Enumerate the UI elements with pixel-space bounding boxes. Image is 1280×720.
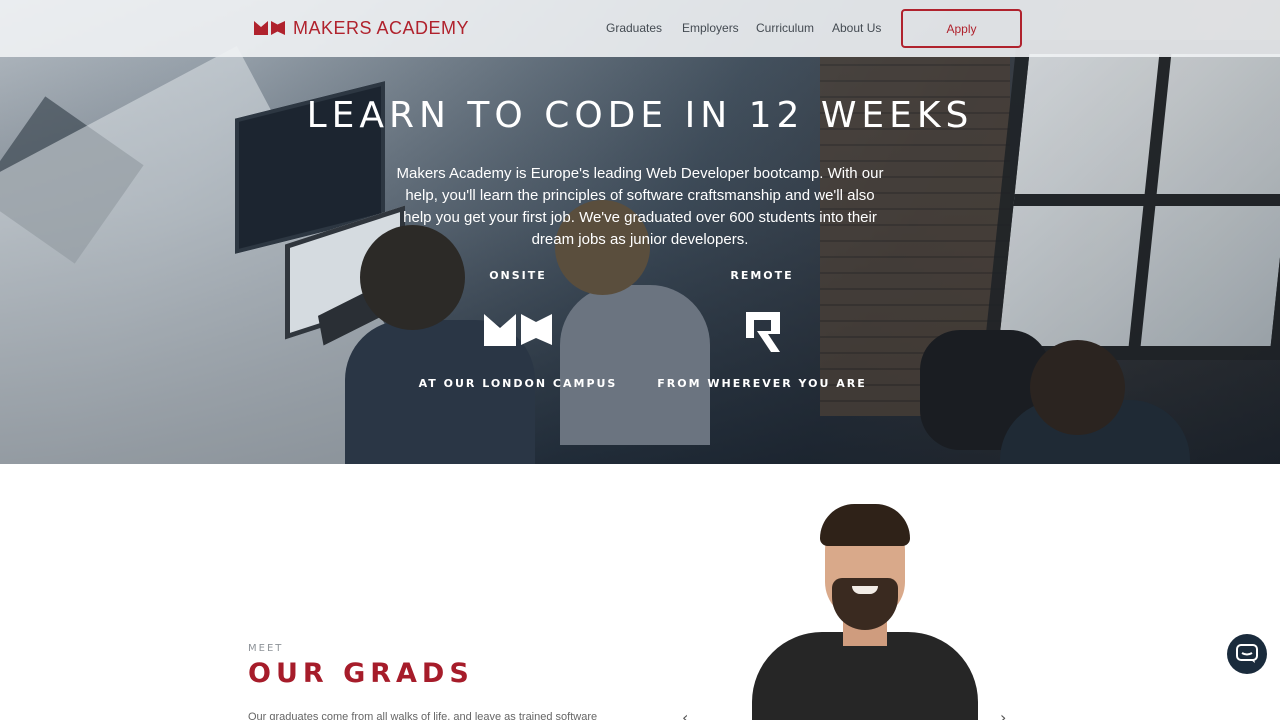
top-navbar: MAKERS ACADEMY Graduates Employers Curri… bbox=[0, 0, 1280, 57]
grads-intro-text: Our graduates come from all walks of lif… bbox=[248, 711, 598, 720]
hero-title: LEARN TO CODE IN 12 WEEKS bbox=[306, 95, 974, 136]
graduate-photo bbox=[740, 500, 990, 720]
hero-description: Makers Academy is Europe's leading Web D… bbox=[396, 165, 884, 248]
makers-logo-icon[interactable] bbox=[484, 314, 554, 350]
remote-logo-icon[interactable] bbox=[746, 312, 780, 356]
remote-label[interactable]: REMOTE bbox=[662, 269, 862, 282]
chevron-right-icon[interactable]: › bbox=[1000, 708, 1006, 720]
site-logo[interactable]: MAKERS ACADEMY bbox=[254, 18, 469, 38]
nav-link-about-us[interactable]: About Us bbox=[832, 20, 881, 36]
logo-text: MAKERS ACADEMY bbox=[293, 18, 470, 38]
chat-button[interactable] bbox=[1227, 634, 1267, 674]
window-shape bbox=[983, 40, 1280, 360]
student-body-shape bbox=[560, 285, 710, 445]
chevron-left-icon[interactable]: ‹ bbox=[682, 708, 688, 720]
apply-button[interactable]: Apply bbox=[901, 9, 1022, 48]
remote-subtitle: FROM WHEREVER YOU ARE bbox=[657, 377, 867, 390]
nav-link-curriculum[interactable]: Curriculum bbox=[756, 20, 814, 36]
nav-link-employers[interactable]: Employers bbox=[682, 20, 739, 36]
nav-link-graduates[interactable]: Graduates bbox=[606, 20, 662, 36]
section-eyebrow: MEET bbox=[248, 643, 284, 654]
hero-section: LEARN TO CODE IN 12 WEEKS Makers Academy… bbox=[0, 0, 1280, 464]
onsite-label[interactable]: ONSITE bbox=[418, 269, 618, 282]
onsite-subtitle: AT OUR LONDON CAMPUS bbox=[418, 377, 618, 390]
makers-logo-icon bbox=[254, 21, 285, 35]
chat-icon bbox=[1236, 644, 1258, 663]
grads-title: OUR GRADS bbox=[248, 658, 474, 689]
student-head-shape bbox=[1030, 340, 1125, 435]
